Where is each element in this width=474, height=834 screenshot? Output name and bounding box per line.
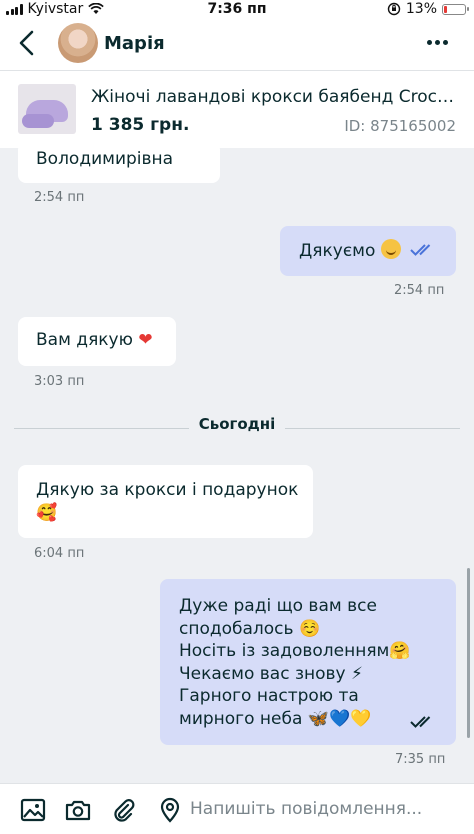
attachment-icon[interactable] [111,797,137,823]
message-list[interactable]: Володимирівна 2:54 пп Дякуємо 2:54 пп Ва… [0,148,474,783]
message-bubble-outgoing[interactable]: Дякуємо [280,226,456,276]
heart-emoji-icon: ❤ [138,330,153,350]
day-separator-label: Сьогодні [188,415,286,433]
day-separator: Сьогодні [0,414,474,433]
message-text-line: сподобалось ☺️ [179,618,321,639]
message-bubble-incoming[interactable]: Володимирівна [18,148,220,183]
product-title: Жіночі лавандові крокси баябенд Crocs B.… [91,87,457,107]
message-input[interactable] [190,793,460,825]
message-text: Володимирівна [36,149,174,169]
product-card[interactable]: Жіночі лавандові крокси баябенд Crocs B.… [0,70,474,148]
read-double-check-icon [410,716,431,728]
message-text-line: Чекаємо вас знову ⚡ [179,663,363,684]
orientation-lock-icon [387,2,401,16]
status-bar: Kyivstar 7:36 пп 13% [0,0,474,18]
read-double-check-icon [410,244,431,256]
message-text-line: Носіть із задоволенням🤗 [179,641,411,661]
more-options-icon[interactable] [427,40,448,45]
message-time: 6:04 пп [34,546,85,561]
message-bubble-outgoing[interactable]: Дуже раді що вам все сподобалось ☺️ Носі… [160,579,456,745]
message-time: 2:54 пп [394,283,445,298]
message-bubble-incoming[interactable]: Вам дякую ❤ [18,317,176,366]
product-price: 1 385 грн. [91,115,190,135]
location-pin-icon[interactable] [157,797,183,823]
message-text-line: Дуже раді що вам все [179,596,377,616]
back-arrow-icon[interactable] [16,29,40,57]
chat-header: Марія [0,18,474,70]
message-text: Дякуємо [299,241,376,261]
scrollbar[interactable] [467,568,470,738]
avatar[interactable] [58,23,98,63]
product-id: ID: 875165002 [344,117,456,135]
camera-icon[interactable] [65,797,91,823]
message-composer [0,783,474,834]
message-text-line: Дякую за крокси і подарунок [36,480,299,500]
image-gallery-icon[interactable] [20,797,46,823]
battery-percent: 13% [405,1,437,17]
battery-icon [442,3,469,15]
message-time: 2:54 пп [34,190,85,205]
smiling-hearts-emoji-icon: 🥰 [36,502,58,523]
smile-emoji-icon [380,239,401,259]
product-thumbnail [18,84,76,134]
message-text: Вам дякую [36,330,133,350]
message-time: 3:03 пп [34,374,85,389]
message-text-line: Гарного настрою та [179,686,359,706]
message-bubble-incoming[interactable]: Дякую за крокси і подарунок 🥰 [18,465,313,538]
message-time: 7:35 пп [395,752,446,767]
contact-name[interactable]: Марія [104,33,165,54]
